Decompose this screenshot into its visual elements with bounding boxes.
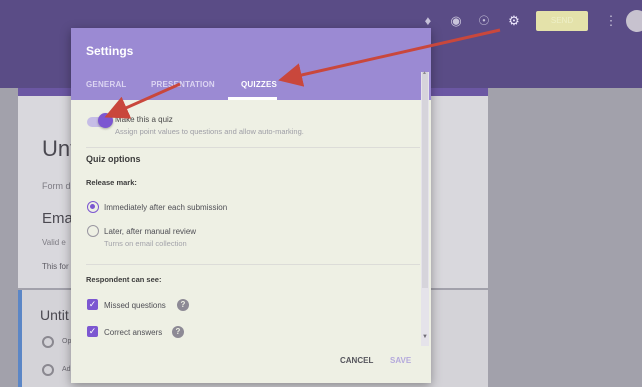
divider: [86, 264, 420, 265]
email-validation: Valid e: [42, 238, 66, 247]
dialog-header: [71, 28, 431, 100]
divider: [86, 147, 420, 148]
correct-answers-checkbox[interactable]: ✓: [87, 326, 98, 337]
more-vert-icon[interactable]: ⋮: [602, 12, 620, 30]
correct-answers-label[interactable]: Correct answers: [104, 328, 162, 337]
missed-questions-checkbox[interactable]: ✓: [87, 299, 98, 310]
scrollbar-thumb[interactable]: [422, 72, 428, 288]
missed-questions-label[interactable]: Missed questions: [104, 301, 166, 310]
option-radio: [42, 336, 54, 348]
release-immediately-radio[interactable]: [87, 201, 99, 213]
palette-icon[interactable]: ◉: [447, 12, 465, 30]
add-option-label: Ad: [62, 366, 71, 373]
add-option-radio: [42, 364, 54, 376]
cancel-button[interactable]: CANCEL: [340, 356, 373, 365]
form-description: Form d: [42, 181, 71, 191]
gear-icon[interactable]: ⚙: [505, 12, 523, 30]
tab-general[interactable]: GENERAL: [86, 80, 127, 89]
tab-quizzes[interactable]: QUIZZES: [241, 80, 277, 89]
quiz-options-heading: Quiz options: [86, 154, 141, 164]
release-immediately-label[interactable]: Immediately after each submission: [104, 203, 227, 212]
make-quiz-label: Make this a quiz: [115, 115, 173, 124]
help-icon[interactable]: ?: [172, 326, 184, 338]
release-later-sub: Turns on email collection: [104, 239, 187, 248]
check-icon: ✓: [88, 299, 97, 309]
settings-dialog: Settings GENERAL PRESENTATION QUIZZES ▲ …: [71, 28, 431, 383]
save-button[interactable]: SAVE: [390, 356, 411, 365]
send-button[interactable]: SEND: [536, 11, 588, 31]
avatar[interactable]: [626, 10, 642, 32]
option-label: Op: [62, 338, 72, 345]
release-later-label[interactable]: Later, after manual review: [104, 227, 196, 236]
help-icon[interactable]: ?: [177, 299, 189, 311]
check-icon: ✓: [88, 326, 97, 336]
question-title: Untit: [40, 307, 69, 323]
make-quiz-description: Assign point values to questions and all…: [115, 127, 304, 136]
respondent-heading: Respondent can see:: [86, 275, 162, 284]
make-quiz-toggle-knob[interactable]: [98, 113, 113, 128]
active-tab-indicator: [228, 97, 277, 100]
scroll-down-icon[interactable]: ▼: [422, 334, 428, 340]
release-later-radio[interactable]: [87, 225, 99, 237]
release-mark-heading: Release mark:: [86, 178, 137, 187]
dialog-title: Settings: [86, 44, 134, 58]
tab-presentation[interactable]: PRESENTATION: [151, 80, 215, 89]
email-note: This for: [42, 262, 69, 271]
eye-icon[interactable]: ☉: [475, 12, 493, 30]
scroll-up-icon[interactable]: ▲: [422, 70, 427, 76]
